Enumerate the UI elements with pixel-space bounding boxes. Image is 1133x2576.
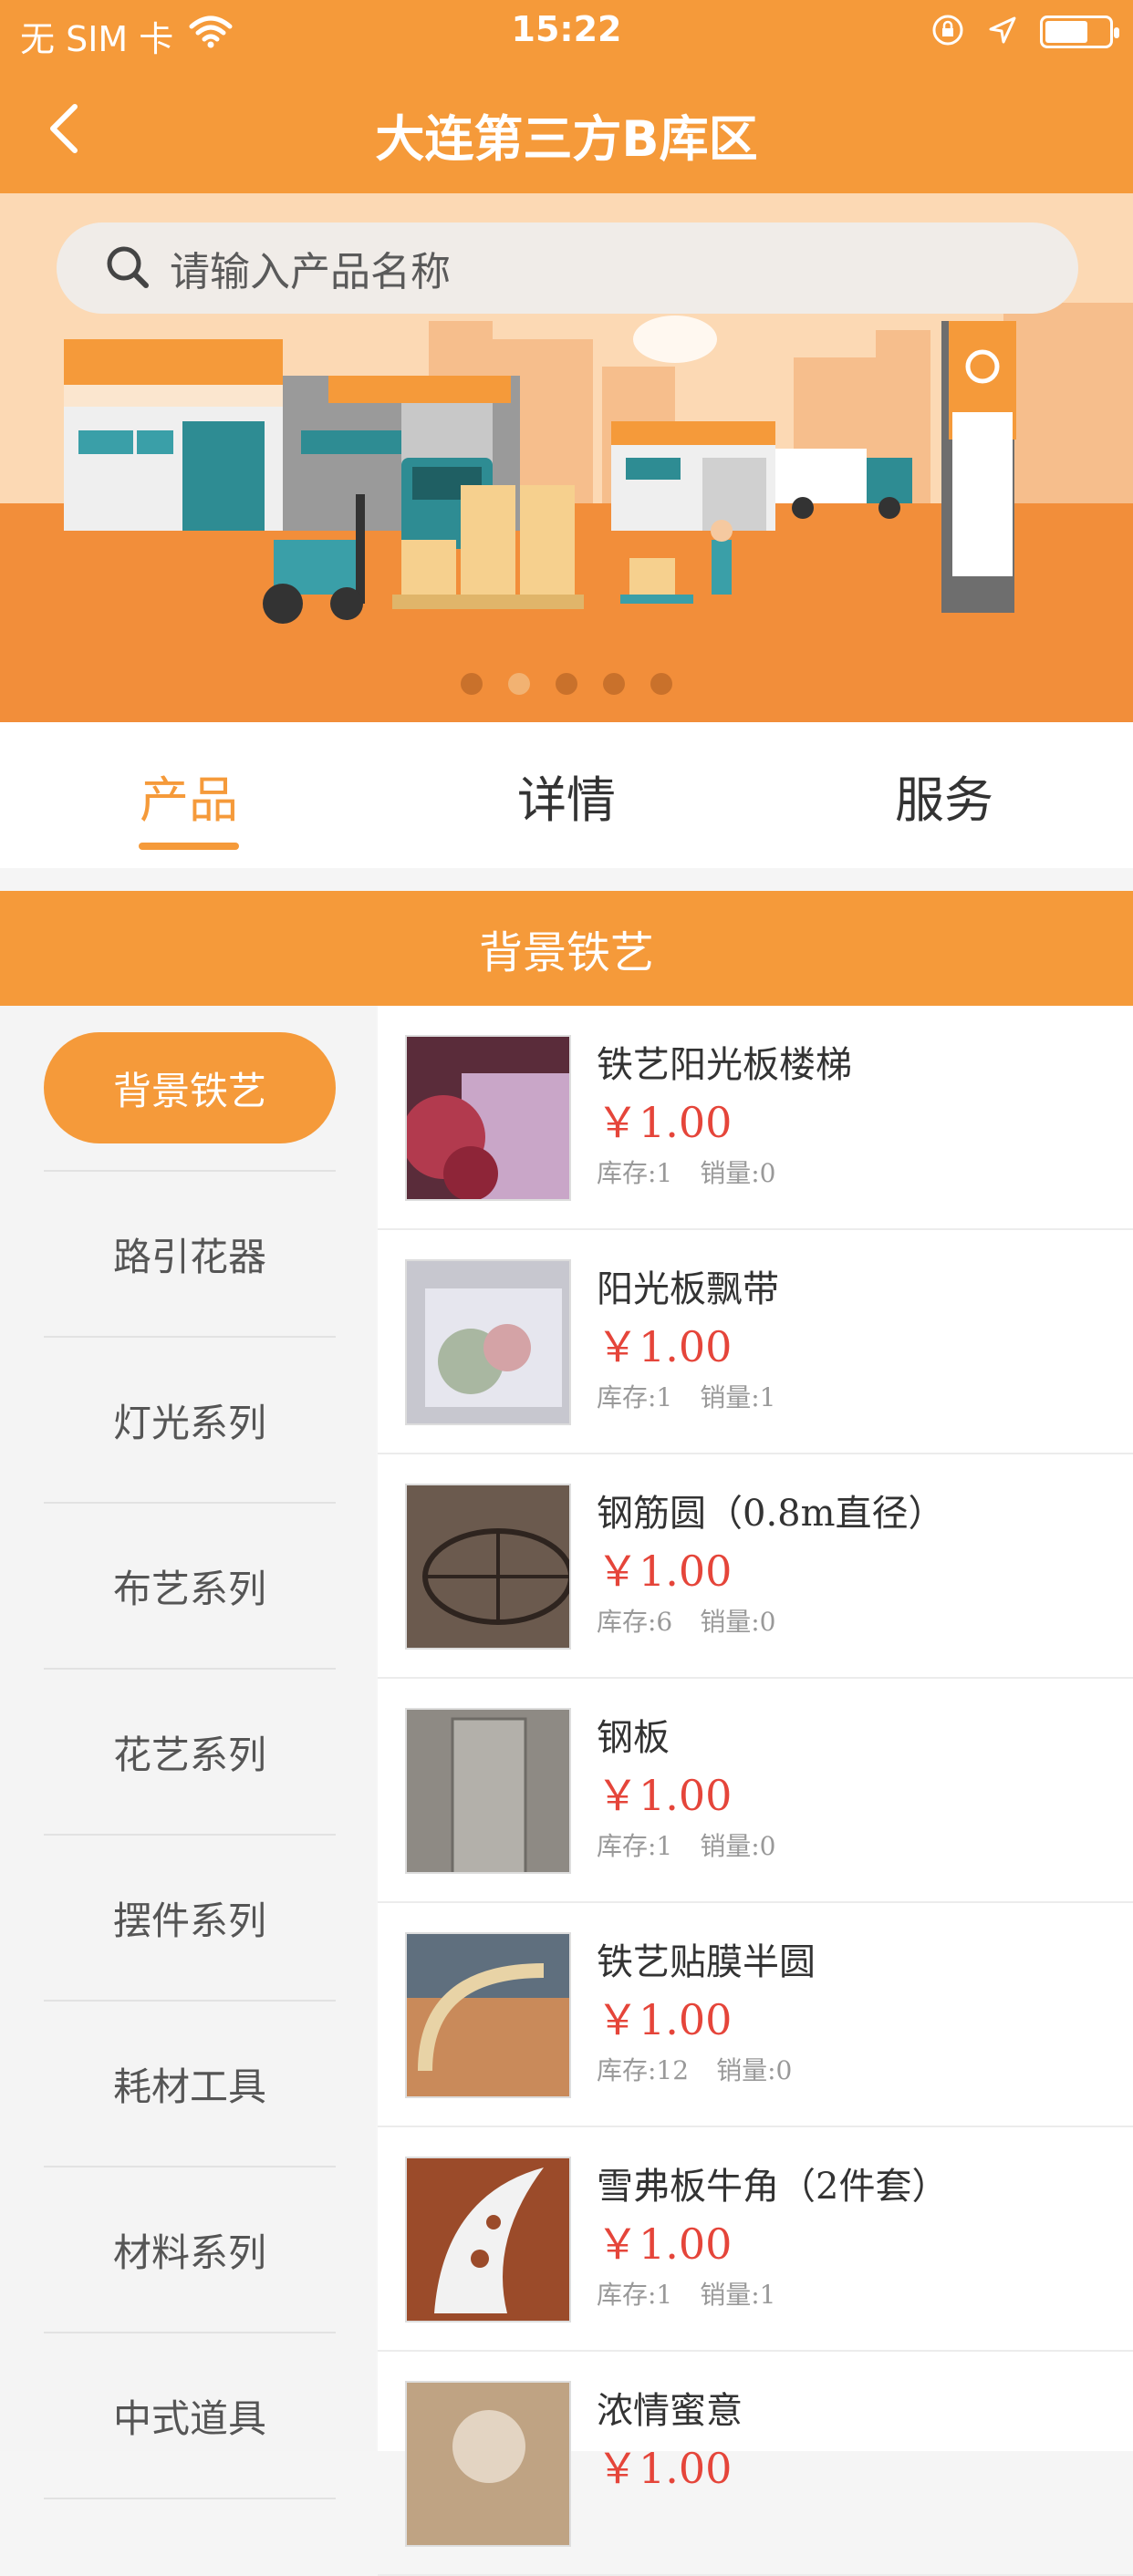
tab-products[interactable]: 产品 bbox=[0, 722, 378, 868]
product-item[interactable]: 铁艺贴膜半圆 ￥1.00 库存:12 销量:0 bbox=[378, 1903, 1133, 2127]
product-item[interactable]: 钢筋圆（0.8m直径） ￥1.00 库存:6 销量:0 bbox=[378, 1454, 1133, 1679]
carousel-dot-1[interactable] bbox=[461, 673, 483, 695]
carousel-dot-3[interactable] bbox=[556, 673, 577, 695]
product-item[interactable]: 浓情蜜意 ￥1.00 bbox=[378, 2352, 1133, 2576]
carousel-dots bbox=[0, 673, 1133, 695]
sidebar-item-label: 中式道具 bbox=[112, 2395, 266, 2441]
product-sales: 销量:1 bbox=[700, 2280, 776, 2310]
product-stock: 库存:12 bbox=[597, 2055, 690, 2085]
tab-label: 产品 bbox=[140, 771, 238, 829]
product-item[interactable]: 钢板 ￥1.00 库存:1 销量:0 bbox=[378, 1679, 1133, 1903]
product-meta: 库存:6 销量:0 bbox=[597, 1602, 776, 1639]
product-name: 铁艺贴膜半圆 bbox=[597, 1941, 816, 1983]
category-sidebar: 背景铁艺 路引花器 灯光系列 布艺系列 花艺系列 摆件系列 耗材工具 材料系列 … bbox=[0, 1006, 376, 2499]
tab-bar: 产品 详情 服务 bbox=[0, 722, 1133, 868]
carousel-dot-2[interactable] bbox=[508, 673, 530, 695]
product-name: 钢板 bbox=[597, 1717, 670, 1759]
location-icon bbox=[987, 15, 1018, 49]
sidebar-item-haocai-gongju[interactable]: 耗材工具 bbox=[44, 2002, 336, 2167]
product-image bbox=[405, 1259, 571, 1425]
sidebar-item-label: 花艺系列 bbox=[112, 1732, 266, 1777]
banner-carousel[interactable]: 请输入产品名称 bbox=[0, 193, 1133, 722]
product-meta: 库存:1 销量:1 bbox=[597, 1378, 776, 1414]
product-price: ￥1.00 bbox=[597, 1547, 733, 1596]
sidebar-item-label: 耗材工具 bbox=[112, 2064, 266, 2109]
product-image bbox=[405, 2157, 571, 2323]
product-price: ￥1.00 bbox=[597, 2219, 733, 2269]
tab-details[interactable]: 详情 bbox=[378, 722, 755, 868]
tab-services[interactable]: 服务 bbox=[755, 722, 1133, 868]
sidebar-item-cailiao[interactable]: 材料系列 bbox=[44, 2167, 336, 2333]
sidebar-item-label: 灯光系列 bbox=[112, 1400, 266, 1445]
product-meta: 库存:1 销量:1 bbox=[597, 2275, 776, 2312]
product-name: 阳光板飘带 bbox=[597, 1268, 779, 1310]
product-image bbox=[405, 1484, 571, 1650]
product-name: 雪弗板牛角（2件套） bbox=[597, 2166, 949, 2208]
product-item[interactable]: 雪弗板牛角（2件套） ￥1.00 库存:1 销量:1 bbox=[378, 2127, 1133, 2352]
carousel-dot-5[interactable] bbox=[650, 673, 672, 695]
product-image bbox=[405, 2381, 571, 2547]
page-title: 大连第三方B库区 bbox=[375, 110, 758, 168]
product-price: ￥1.00 bbox=[597, 1098, 733, 1147]
search-input[interactable]: 请输入产品名称 bbox=[170, 239, 451, 297]
sidebar-item-label: 摆件系列 bbox=[112, 1898, 266, 1943]
sidebar-item-label: 背景铁艺 bbox=[44, 1032, 336, 1143]
status-icons bbox=[930, 13, 1119, 51]
product-meta: 库存:12 销量:0 bbox=[597, 2051, 792, 2087]
product-price: ￥1.00 bbox=[597, 1995, 733, 2044]
product-sales: 销量:0 bbox=[700, 1158, 776, 1188]
product-name: 铁艺阳光板楼梯 bbox=[597, 1044, 852, 1086]
sidebar-item-beijing-tieyi[interactable]: 背景铁艺 bbox=[44, 1006, 336, 1172]
sidebar-item-label: 布艺系列 bbox=[112, 1566, 266, 1611]
battery-icon bbox=[1040, 16, 1119, 48]
product-stock: 库存:1 bbox=[597, 2280, 673, 2310]
sidebar-item-label: 材料系列 bbox=[112, 2229, 266, 2275]
carousel-dot-4[interactable] bbox=[603, 673, 625, 695]
product-meta: 库存:1 销量:0 bbox=[597, 1826, 776, 1863]
navigation-bar: 大连第三方B库区 bbox=[0, 64, 1133, 193]
product-price: ￥1.00 bbox=[597, 1322, 733, 1371]
product-name: 浓情蜜意 bbox=[597, 2390, 743, 2432]
product-stock: 库存:1 bbox=[597, 1158, 673, 1188]
sidebar-item-zhongshi-daoju[interactable]: 中式道具 bbox=[44, 2333, 336, 2499]
product-stock: 库存:6 bbox=[597, 1607, 673, 1637]
tab-active-indicator bbox=[139, 843, 239, 850]
product-item[interactable]: 铁艺阳光板楼梯 ￥1.00 库存:1 销量:0 bbox=[378, 1006, 1133, 1230]
tab-label: 服务 bbox=[895, 771, 993, 829]
tab-label: 详情 bbox=[517, 771, 616, 829]
sidebar-item-buyi[interactable]: 布艺系列 bbox=[44, 1504, 336, 1670]
search-bar[interactable]: 请输入产品名称 bbox=[57, 222, 1078, 314]
product-name: 钢筋圆（0.8m直径） bbox=[597, 1493, 945, 1535]
product-sales: 销量:0 bbox=[700, 1607, 776, 1637]
sidebar-item-baijian[interactable]: 摆件系列 bbox=[44, 1836, 336, 2002]
sidebar-item-label: 路引花器 bbox=[112, 1234, 266, 1279]
sidebar-item-dengguang[interactable]: 灯光系列 bbox=[44, 1338, 336, 1504]
product-sales: 销量:0 bbox=[716, 2055, 793, 2085]
product-meta: 库存:1 销量:0 bbox=[597, 1154, 776, 1190]
product-image bbox=[405, 1708, 571, 1874]
sidebar-item-huayi[interactable]: 花艺系列 bbox=[44, 1670, 336, 1836]
sidebar-item-luyin-huaqi[interactable]: 路引花器 bbox=[44, 1172, 336, 1338]
orientation-lock-icon bbox=[930, 13, 965, 51]
product-sales: 销量:1 bbox=[700, 1382, 776, 1412]
category-header: 背景铁艺 bbox=[0, 891, 1133, 1006]
status-bar: 无 SIM 卡 15:22 bbox=[0, 0, 1133, 64]
product-item[interactable]: 阳光板飘带 ￥1.00 库存:1 销量:1 bbox=[378, 1230, 1133, 1454]
product-image bbox=[405, 1035, 571, 1201]
search-icon bbox=[107, 246, 149, 288]
product-stock: 库存:1 bbox=[597, 1382, 673, 1412]
product-list: 铁艺阳光板楼梯 ￥1.00 库存:1 销量:0 阳光板飘带 ￥1.00 库存:1… bbox=[378, 1006, 1133, 2576]
product-sales: 销量:0 bbox=[700, 1831, 776, 1861]
product-price: ￥1.00 bbox=[597, 1771, 733, 1820]
product-price: ￥1.00 bbox=[597, 2444, 733, 2493]
product-stock: 库存:1 bbox=[597, 1831, 673, 1861]
product-image bbox=[405, 1932, 571, 2098]
